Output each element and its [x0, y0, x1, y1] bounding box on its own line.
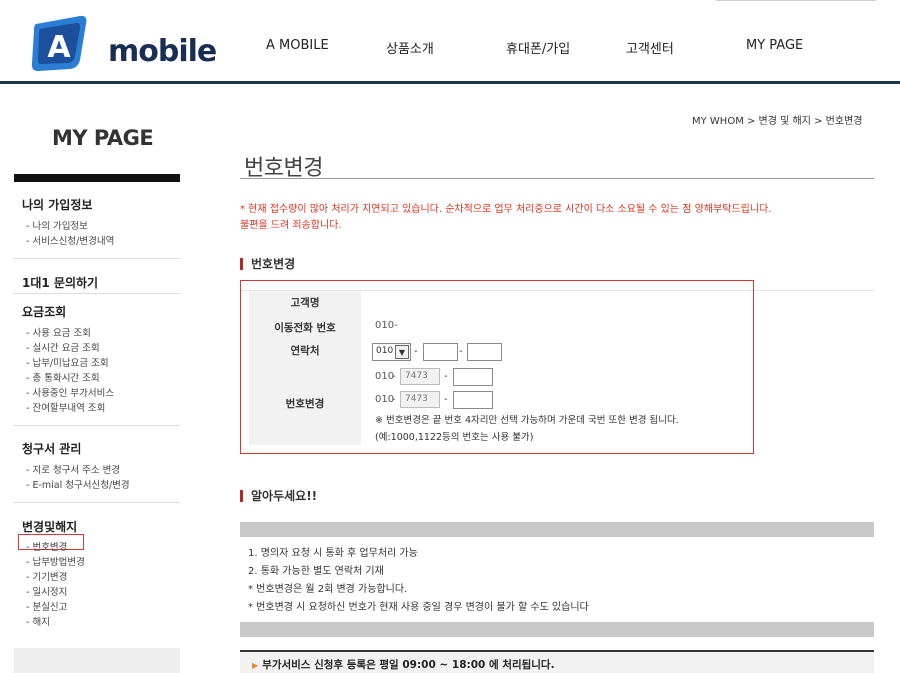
sidebar-item-my-subscription[interactable]: - 나의 가입정보 [26, 218, 88, 232]
sidebar-title: MY PAGE [52, 126, 154, 150]
sidebar-item-giro-address[interactable]: - 지로 청구서 주소 변경 [26, 462, 120, 476]
sidebar-item-payment-method[interactable]: - 납부방법변경 [26, 554, 85, 568]
nav-a-mobile[interactable]: A MOBILE [266, 38, 329, 53]
addon-service-notice-row: ▶ 부가서비스 신청후 등록은 평일 09:00 ~ 18:00 에 처리됩니다. [252, 657, 555, 672]
info-line-3: * 번호변경은 월 2회 변경 가능합니다. [248, 584, 408, 595]
sidebar-item-addon-services[interactable]: - 사용중인 부가서비스 [26, 385, 114, 399]
number-change-form: 고객명 이동전화 번호 연락처 번호변경 010- 010 ▼ - - 010 … [240, 280, 754, 454]
sidebar-item-number-change[interactable]: - 번호변경 [26, 539, 67, 553]
change-middle-field-1: 7473 [400, 368, 440, 385]
sidebar-item-payment-status[interactable]: - 납부/미납요금 조회 [26, 355, 109, 369]
logo[interactable]: A mobile [30, 14, 217, 72]
sidebar-group-inquiry[interactable]: 1대1 문의하기 [22, 274, 98, 291]
sidebar-title-bar [14, 174, 180, 182]
sidebar-divider [14, 502, 180, 503]
addon-service-notice: ▶ 부가서비스 신청후 등록은 평일 09:00 ~ 18:00 에 처리됩니다. [240, 650, 874, 673]
breadcrumb: MY WHOM > 변경 및 해지 > 번호변경 [692, 116, 863, 127]
delay-notice: * 현재 접수량이 많아 처리가 지연되고 있습니다. 순차적으로 업무 처리중… [240, 202, 874, 234]
label-contact: 연락처 [290, 345, 320, 357]
sidebar-item-device-change[interactable]: - 기기변경 [26, 569, 67, 583]
addon-service-notice-text: 부가서비스 신청후 등록은 평일 09:00 ~ 18:00 에 처리됩니다. [262, 659, 555, 671]
contact-middle-input[interactable] [423, 343, 458, 361]
sidebar-banner [14, 648, 180, 673]
contact-last-input[interactable] [467, 343, 502, 361]
sidebar-item-suspend[interactable]: - 일시정지 [26, 584, 67, 598]
delay-notice-line1: * 현재 접수량이 많아 처리가 지연되고 있습니다. 순차적으로 업무 처리중… [240, 204, 772, 215]
site-header: A mobile A MOBILE 상품소개 휴대폰/가입 고객센터 MY PA… [0, 0, 900, 84]
nav-customer-center[interactable]: 고객센터 [626, 38, 674, 57]
label-number-change: 번호변경 [285, 398, 325, 410]
label-mobile-number: 이동전화 번호 [274, 322, 336, 334]
nav-phone-join[interactable]: 휴대폰/가입 [506, 38, 570, 57]
section-heading-notice: 알아두세요!! [240, 490, 317, 502]
sidebar-item-lost-report[interactable]: - 분실신고 [26, 599, 67, 613]
sidebar-item-call-time[interactable]: - 총 통화시간 조회 [26, 370, 100, 384]
title-divider [240, 178, 874, 179]
nav-my-page[interactable]: MY PAGE [746, 38, 803, 53]
mobile-number-value: 010- [375, 320, 398, 331]
logo-text: mobile [108, 34, 217, 69]
dash: - [444, 394, 448, 405]
section-heading-number-change: 번호변경 [240, 258, 295, 270]
info-line-1: 1. 명의자 요청 시 통화 후 업무처리 가능 [248, 548, 418, 559]
sidebar-item-terminate[interactable]: - 해지 [26, 614, 50, 628]
dash: - [459, 346, 463, 357]
sidebar-group-membership[interactable]: 나의 가입정보 [22, 196, 92, 213]
nav-products[interactable]: 상품소개 [386, 38, 434, 57]
logo-mark-icon: A [31, 15, 87, 71]
top-divider [716, 0, 876, 1]
svg-text:A: A [47, 30, 71, 65]
change-last-input-1[interactable] [453, 368, 493, 386]
info-top-bar [240, 522, 874, 537]
change-last-input-2[interactable] [453, 391, 493, 409]
sidebar: MY PAGE 나의 가입정보 - 나의 가입정보 - 서비스신청/변경내역 1… [14, 100, 180, 673]
sidebar-divider [14, 293, 180, 294]
dash: - [392, 371, 396, 382]
chevron-down-icon[interactable]: ▼ [395, 345, 409, 359]
dash: - [392, 394, 396, 405]
delay-notice-line2: 불편을 드려 죄송합니다. [240, 220, 342, 231]
sidebar-group-billing[interactable]: 요금조회 [22, 303, 66, 320]
sidebar-item-email-invoice[interactable]: - E-mial 청구서신청/변경 [26, 477, 130, 491]
number-change-example: (예:1000,1122등의 번호는 사용 불가) [375, 432, 534, 443]
dash: - [444, 371, 448, 382]
main-nav: A MOBILE 상품소개 휴대폰/가입 고객센터 MY PAGE [240, 38, 860, 58]
label-customer-name: 고객명 [290, 297, 320, 309]
form-label-column: 고객명 이동전화 번호 연락처 번호변경 [249, 291, 361, 445]
sidebar-item-realtime-fee[interactable]: - 실시간 요금 조회 [26, 340, 100, 354]
dash: - [414, 346, 418, 357]
sidebar-item-installments[interactable]: - 잔여할부내역 조회 [26, 400, 105, 414]
sidebar-group-invoice[interactable]: 청구서 관리 [22, 440, 81, 457]
info-line-4: * 번호변경 시 요청하신 번호가 현재 사용 중일 경우 변경이 불가 할 수… [248, 602, 589, 613]
info-line-2: 2. 통화 가능한 별도 연락처 기재 [248, 566, 384, 577]
info-bottom-bar [240, 622, 874, 637]
sidebar-item-service-history[interactable]: - 서비스신청/변경내역 [26, 233, 114, 247]
sidebar-item-usage-fee[interactable]: - 사용 요금 조회 [26, 325, 91, 339]
sidebar-group-change-cancel[interactable]: 변경및해지 [22, 518, 77, 535]
change-middle-field-2: 7473 [400, 391, 440, 408]
contact-prefix-value: 010 [376, 346, 394, 356]
triangle-bullet-icon: ▶ [252, 661, 259, 670]
sidebar-divider [14, 258, 180, 259]
sidebar-divider [14, 425, 180, 426]
number-change-hint: ※ 번호변경은 끝 번호 4자리만 선택 가능하며 가운데 국번 또한 변경 됩… [375, 415, 679, 426]
contact-prefix-select[interactable]: 010 ▼ [372, 343, 411, 361]
